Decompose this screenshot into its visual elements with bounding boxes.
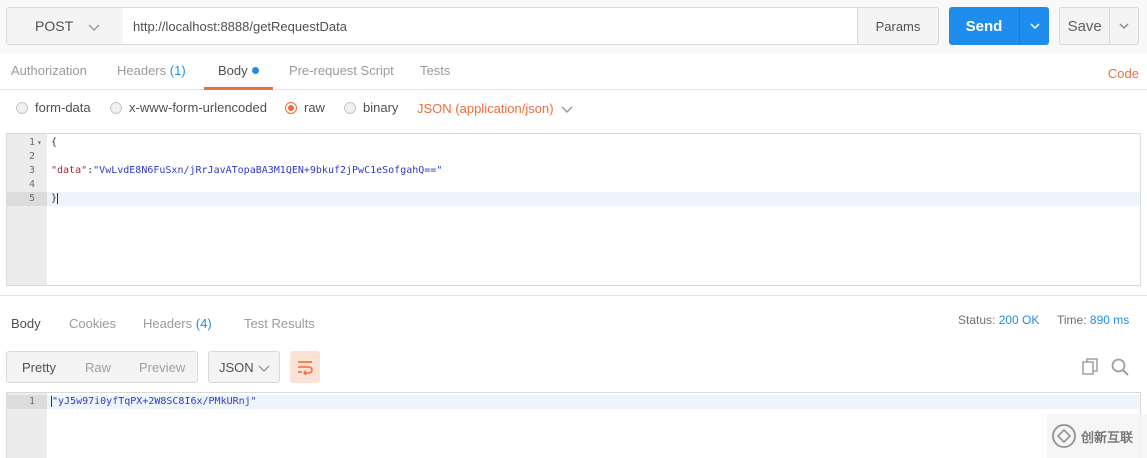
code-line: 1 ▾ { bbox=[7, 136, 1140, 150]
code-line-active: 5 } bbox=[7, 192, 1140, 206]
response-format-label: JSON bbox=[219, 359, 254, 375]
send-button[interactable]: Send bbox=[949, 7, 1049, 45]
line-number: 1 bbox=[7, 395, 47, 409]
radio-binary-label: binary bbox=[363, 100, 399, 115]
params-label: Params bbox=[875, 18, 921, 34]
radio-circle bbox=[16, 101, 28, 114]
radio-circle bbox=[110, 101, 122, 114]
send-label: Send bbox=[965, 17, 1003, 35]
fold-arrow-icon[interactable]: ▾ bbox=[37, 136, 42, 150]
response-format-select[interactable]: JSON bbox=[208, 351, 280, 383]
code-text: { bbox=[51, 137, 58, 148]
method-label: POST bbox=[35, 18, 74, 34]
response-status: Status: 200 OK bbox=[958, 313, 1039, 327]
radio-urlencoded[interactable]: x-www-form-urlencoded bbox=[110, 100, 267, 115]
body-type-options: form-data x-www-form-urlencoded raw bina… bbox=[0, 90, 1147, 128]
body-modified-dot bbox=[251, 67, 259, 74]
tab-authorization[interactable]: Authorization bbox=[11, 63, 87, 90]
code-line-active: 1 "yJ5w97i0yfTqPX+2W8SC8I6x/PMkURnj" bbox=[7, 395, 1140, 409]
time-label: Time: bbox=[1057, 313, 1087, 327]
line-number: 1 bbox=[28, 137, 35, 148]
tab-tests[interactable]: Tests bbox=[420, 63, 450, 90]
radio-urlencoded-label: x-www-form-urlencoded bbox=[129, 100, 267, 115]
radio-binary[interactable]: binary bbox=[344, 100, 398, 115]
radio-circle bbox=[344, 101, 356, 114]
response-tab-headers[interactable]: Headers (4) bbox=[143, 316, 212, 340]
watermark: 创新互联 bbox=[1047, 414, 1147, 458]
json-string-value: "yJ5w97i0yfTqPX+2W8SC8I6x/PMkURnj" bbox=[52, 396, 257, 407]
response-view-modes: Pretty Raw Preview bbox=[6, 351, 198, 383]
json-key: "data" bbox=[51, 165, 88, 176]
copy-icon[interactable] bbox=[1080, 357, 1100, 377]
code-text: } bbox=[51, 192, 59, 206]
tab-body[interactable]: Body bbox=[204, 63, 273, 90]
view-preview-button[interactable]: Preview bbox=[139, 360, 185, 375]
tab-body-label: Body bbox=[218, 63, 248, 78]
code-line: 2 bbox=[7, 150, 1140, 164]
radio-raw[interactable]: raw bbox=[285, 100, 325, 115]
time-value: 890 ms bbox=[1089, 313, 1130, 327]
line-number: 4 bbox=[28, 179, 35, 190]
watermark-text: 创新互联 bbox=[1081, 429, 1134, 445]
watermark-logo-icon bbox=[1052, 424, 1076, 448]
radio-form-data[interactable]: form-data bbox=[16, 100, 91, 115]
wrap-lines-button[interactable] bbox=[290, 351, 320, 383]
headers-count-badge: (1) bbox=[169, 63, 186, 78]
save-label: Save bbox=[1067, 17, 1102, 35]
line-number: 5 bbox=[7, 192, 47, 206]
chevron-down-icon bbox=[88, 24, 100, 32]
code-line: 3 "data":"VwLvdE8N6FuSxn/jRrJavATopaBA3M… bbox=[7, 164, 1140, 178]
request-tabs: Authorization Headers (1) Body Pre-reque… bbox=[0, 54, 1147, 90]
radio-raw-label: raw bbox=[304, 100, 325, 115]
tab-headers-label: Headers bbox=[117, 63, 167, 78]
chevron-down-icon bbox=[1029, 23, 1040, 30]
radio-form-data-label: form-data bbox=[35, 100, 91, 115]
code-text: "yJ5w97i0yfTqPX+2W8SC8I6x/PMkURnj" bbox=[51, 395, 257, 409]
method-select[interactable]: POST bbox=[6, 7, 124, 45]
response-tabs: Body Cookies Headers (4) Test Results St… bbox=[0, 296, 1147, 340]
response-tab-body[interactable]: Body bbox=[11, 316, 41, 340]
response-tab-headers-label: Headers bbox=[143, 316, 193, 331]
status-value: 200 OK bbox=[998, 313, 1040, 327]
search-icon[interactable] bbox=[1110, 357, 1130, 377]
response-body-viewer[interactable]: 1 "yJ5w97i0yfTqPX+2W8SC8I6x/PMkURnj" bbox=[6, 392, 1141, 458]
response-time: Time: 890 ms bbox=[1057, 313, 1129, 327]
chevron-down-icon bbox=[1119, 23, 1129, 30]
url-value: http://localhost:8888/getRequestData bbox=[133, 18, 347, 34]
wrap-lines-icon bbox=[298, 361, 313, 375]
view-raw-button[interactable]: Raw bbox=[85, 360, 111, 375]
content-type-select[interactable]: JSON (application/json) bbox=[417, 101, 574, 116]
content-type-label: JSON (application/json) bbox=[417, 101, 554, 116]
chevron-down-icon bbox=[258, 365, 270, 373]
tab-prerequest-script[interactable]: Pre-request Script bbox=[289, 63, 394, 90]
code-link[interactable]: Code bbox=[1108, 66, 1139, 81]
response-tab-test-results[interactable]: Test Results bbox=[244, 316, 315, 340]
response-tab-cookies[interactable]: Cookies bbox=[69, 316, 116, 340]
code-line: 4 bbox=[7, 178, 1140, 192]
radio-circle-selected bbox=[285, 101, 297, 114]
code-text: "data":"VwLvdE8N6FuSxn/jRrJavATopaBA3M1Q… bbox=[51, 164, 442, 178]
save-button[interactable]: Save bbox=[1059, 7, 1139, 45]
send-options-dropdown[interactable] bbox=[1020, 7, 1049, 45]
params-button[interactable]: Params bbox=[857, 7, 939, 45]
json-value: "VwLvdE8N6FuSxn/jRrJavATopaBA3M1QEN+9bku… bbox=[93, 165, 443, 176]
line-number: 2 bbox=[28, 151, 35, 162]
response-headers-count: (4) bbox=[195, 316, 212, 331]
line-number: 3 bbox=[28, 165, 35, 176]
status-label: Status: bbox=[958, 313, 996, 327]
url-input[interactable]: http://localhost:8888/getRequestData bbox=[123, 7, 858, 45]
save-options-dropdown[interactable] bbox=[1110, 8, 1138, 44]
chevron-down-icon bbox=[561, 105, 573, 113]
tab-headers[interactable]: Headers (1) bbox=[117, 63, 186, 90]
request-body-editor[interactable]: 1 ▾ { 2 3 "data":"VwLvdE8N6FuSxn/jRrJavA… bbox=[6, 133, 1141, 286]
text-cursor bbox=[57, 193, 59, 204]
view-pretty-button[interactable]: Pretty bbox=[22, 360, 56, 375]
request-url-bar: POST http://localhost:8888/getRequestDat… bbox=[0, 0, 1147, 54]
